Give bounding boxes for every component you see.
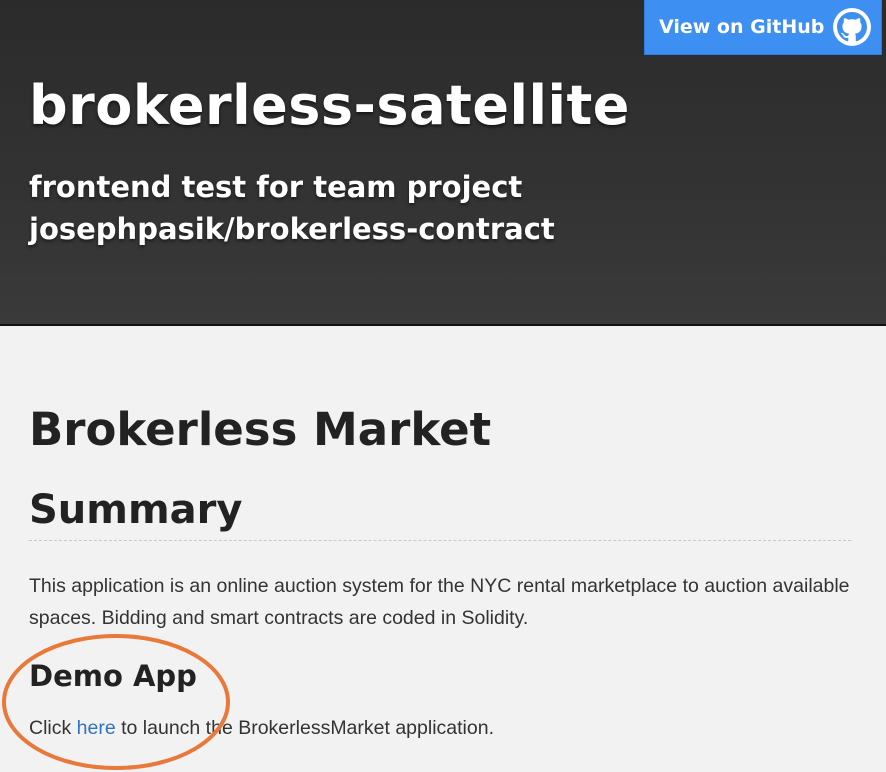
project-tagline: frontend test for team project josephpas… [29,170,555,246]
demo-text-after: to launch the BrokerlessMarket applicati… [115,717,494,739]
page-title: Brokerless Market [29,403,492,456]
view-on-github-button[interactable]: View on GitHub [644,0,882,55]
project-name: brokerless-satellite [29,74,630,137]
summary-paragraph: This application is an online auction sy… [29,575,850,629]
demo-app-paragraph: Click here to launch the BrokerlessMarke… [29,712,494,744]
summary-heading: Summary [29,482,851,541]
demo-app-link[interactable]: here [77,717,116,739]
annotation-circle [2,634,230,770]
view-on-github-label: View on GitHub [659,16,825,38]
demo-app-heading: Demo App [29,659,197,693]
page-header: View on GitHub brokerless-satellite fron… [0,0,886,326]
github-octocat-icon [833,8,871,46]
demo-text-before: Click [29,717,77,739]
